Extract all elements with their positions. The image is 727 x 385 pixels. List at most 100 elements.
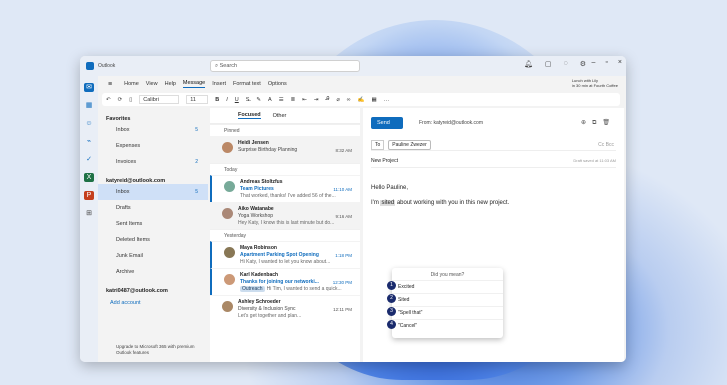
mail-icon[interactable]: ✉ bbox=[84, 83, 94, 92]
suggest-header: Did you mean? bbox=[430, 272, 465, 278]
underline-icon[interactable]: U bbox=[235, 97, 239, 103]
menu-format-text[interactable]: Format text bbox=[233, 81, 261, 87]
cc-bcc[interactable]: Cc Bcc bbox=[598, 142, 614, 148]
gear-icon[interactable]: ⚙︎ bbox=[580, 60, 586, 68]
bell-icon[interactable]: 🔔︎ bbox=[524, 60, 533, 68]
font-size-select[interactable]: 11 bbox=[186, 95, 209, 104]
clipboard-icon[interactable]: ▯ bbox=[129, 97, 132, 103]
popout-icon[interactable]: ⧉ bbox=[592, 120, 602, 126]
powerpoint-icon[interactable]: P bbox=[84, 191, 94, 200]
excel-icon[interactable]: X bbox=[84, 173, 94, 182]
italic-icon[interactable]: I bbox=[226, 97, 228, 103]
unread-count: 5 bbox=[195, 127, 198, 133]
folder-deleted[interactable]: Deleted Items bbox=[98, 232, 208, 248]
font-select[interactable]: Calibri bbox=[139, 95, 180, 104]
suggestion-spell[interactable]: 3 "Spell that" bbox=[387, 306, 503, 319]
list-item[interactable]: Andreas Stoltzfus Team Pictures That wor… bbox=[210, 175, 360, 202]
from-field[interactable]: From: katyreid@outlook.com bbox=[419, 120, 483, 126]
paperclip-icon[interactable]: ⌁ bbox=[84, 137, 94, 146]
group-header[interactable]: Pinned bbox=[210, 124, 360, 136]
time: 12:30 PM bbox=[332, 280, 352, 285]
zoom-icon[interactable]: ⊕ bbox=[581, 120, 592, 126]
group-header[interactable]: Yesterday bbox=[210, 229, 360, 241]
folder-sent[interactable]: Sent Items bbox=[98, 216, 208, 232]
strikethrough-icon[interactable]: S̶ bbox=[246, 97, 250, 103]
undo-icon[interactable]: ↶ bbox=[106, 97, 111, 103]
suggestion-label: "Cancel" bbox=[398, 323, 418, 329]
format-toolbar: ↶ ⟳ ▯ Calibri 11 B I U S̶ ✎ A ☰ ≣ ⇤ ⇥ Ꭿ … bbox=[102, 93, 620, 106]
suggestion-sited[interactable]: 2 Sited bbox=[387, 293, 503, 306]
highlight-icon[interactable]: ✎ bbox=[256, 97, 261, 103]
body-greeting[interactable]: Hello Pauline, bbox=[371, 185, 408, 191]
list-item[interactable]: Aiko Watanabe Yoga Workshop Hey Katy, I … bbox=[210, 202, 360, 229]
menu-home[interactable]: Home bbox=[124, 81, 139, 87]
tab-focused[interactable]: Focused bbox=[238, 112, 261, 119]
more-icon[interactable]: … bbox=[384, 97, 390, 103]
folder-invoices[interactable]: Invoices 2 bbox=[98, 154, 208, 170]
reminder[interactable]: Lunch with Lily in 30 min at Fourth Coff… bbox=[572, 78, 618, 88]
font-color-icon[interactable]: A bbox=[268, 97, 272, 103]
apps-icon[interactable]: ⊞ bbox=[84, 209, 94, 218]
upgrade-banner[interactable]: Upgrade to Microsoft 365 with premium Ou… bbox=[116, 344, 196, 356]
suggestion-cancel[interactable]: 4 "Cancel" bbox=[387, 319, 503, 332]
folder-pane: Favorites Inbox 5 Expenses Invoices 2 katy… bbox=[98, 108, 208, 362]
bold-icon[interactable]: B bbox=[215, 97, 219, 103]
redo-icon[interactable]: ⟳ bbox=[118, 97, 123, 103]
folder-fav-inbox[interactable]: Inbox 5 bbox=[98, 122, 208, 138]
favorites-header[interactable]: Favorites bbox=[98, 108, 208, 122]
bullets-icon[interactable]: ☰ bbox=[279, 97, 284, 103]
hamburger-icon[interactable]: ≡ bbox=[108, 81, 112, 88]
search-input[interactable]: ⌕ Search bbox=[210, 60, 360, 72]
add-account-link[interactable]: Add account bbox=[98, 294, 208, 306]
list-item[interactable]: Maya Robinson Apartment Parking Spot Ope… bbox=[210, 241, 360, 268]
list-item[interactable]: Heidi Jensen Surprise Birthday Planning … bbox=[210, 136, 360, 163]
app-name: Outlook bbox=[98, 63, 116, 69]
styles-icon[interactable]: Ꭿ bbox=[325, 96, 329, 103]
link-icon[interactable]: ∞ bbox=[347, 97, 351, 103]
menu-options[interactable]: Options bbox=[268, 81, 287, 87]
todo-icon[interactable]: ✓ bbox=[84, 155, 94, 164]
send-button[interactable]: Send bbox=[371, 117, 403, 129]
outdent-icon[interactable]: ⇤ bbox=[302, 97, 307, 103]
close-button[interactable]: × bbox=[618, 59, 622, 66]
lightbulb-icon[interactable]: ◌ bbox=[564, 60, 568, 68]
signature-icon[interactable]: ✍ bbox=[358, 97, 365, 103]
suggestion-excited[interactable]: 1 Excited bbox=[387, 280, 503, 293]
menu-insert[interactable]: Insert bbox=[212, 81, 226, 87]
title-bar: Outlook ⌕ Search 🔔︎ ▢ ◌ ⚙︎ – ▫ × bbox=[80, 56, 626, 76]
delete-icon[interactable]: 🗑︎ bbox=[602, 120, 616, 126]
folder-expenses[interactable]: Expenses bbox=[98, 138, 208, 154]
attach-icon[interactable]: ⌀ bbox=[336, 97, 339, 103]
minimize-button[interactable]: – bbox=[592, 59, 596, 66]
to-label[interactable]: To bbox=[371, 139, 385, 150]
numbering-icon[interactable]: ≣ bbox=[291, 97, 296, 103]
menu-help[interactable]: Help bbox=[165, 81, 176, 87]
list-item[interactable]: Karl Kadenbach Thanks for joining our ne… bbox=[210, 268, 360, 295]
folder-archive[interactable]: Archive bbox=[98, 264, 208, 280]
account2-header[interactable]: katri0487@outlook.com bbox=[98, 280, 208, 294]
compose-pane: Send From: katyreid@outlook.com ⊕⧉🗑︎ To … bbox=[363, 108, 624, 362]
indent-icon[interactable]: ⇥ bbox=[314, 97, 319, 103]
group-header[interactable]: Today bbox=[210, 163, 360, 175]
maximize-button[interactable]: ▫ bbox=[605, 59, 607, 66]
body-line[interactable]: I'm sited about working with you in this… bbox=[371, 200, 509, 206]
reminder-detail: in 30 min at Fourth Coffee bbox=[571, 83, 618, 88]
subject-field[interactable]: New Project Draft saved at 11:03 AM bbox=[371, 158, 616, 168]
folder-drafts[interactable]: Drafts bbox=[98, 200, 208, 216]
chat-icon[interactable]: ▢ bbox=[545, 60, 552, 68]
folder-inbox[interactable]: Inbox 5 bbox=[98, 184, 208, 200]
preview-text: Hi Tim, I wanted to send a quick... bbox=[266, 286, 342, 292]
people-icon[interactable]: ☺ bbox=[84, 119, 94, 128]
list-item[interactable]: Ashley Schroeder Diversity & Inclusion S… bbox=[210, 295, 360, 322]
menu-message[interactable]: Message bbox=[182, 80, 206, 88]
tab-other[interactable]: Other bbox=[273, 113, 287, 119]
to-field[interactable]: To Pauline Zwezer Cc Bcc bbox=[371, 139, 616, 151]
menu-view[interactable]: View bbox=[146, 81, 158, 87]
misspelled-word[interactable]: sited bbox=[380, 200, 396, 206]
table-icon[interactable]: ▦ bbox=[372, 97, 377, 103]
folder-label: Junk Email bbox=[116, 253, 143, 259]
folder-junk[interactable]: Junk Email bbox=[98, 248, 208, 264]
calendar-icon[interactable]: ▦ bbox=[84, 101, 94, 110]
recipient-chip[interactable]: Pauline Zwezer bbox=[388, 139, 431, 150]
account-header[interactable]: katyreid@outlook.com bbox=[98, 170, 208, 184]
